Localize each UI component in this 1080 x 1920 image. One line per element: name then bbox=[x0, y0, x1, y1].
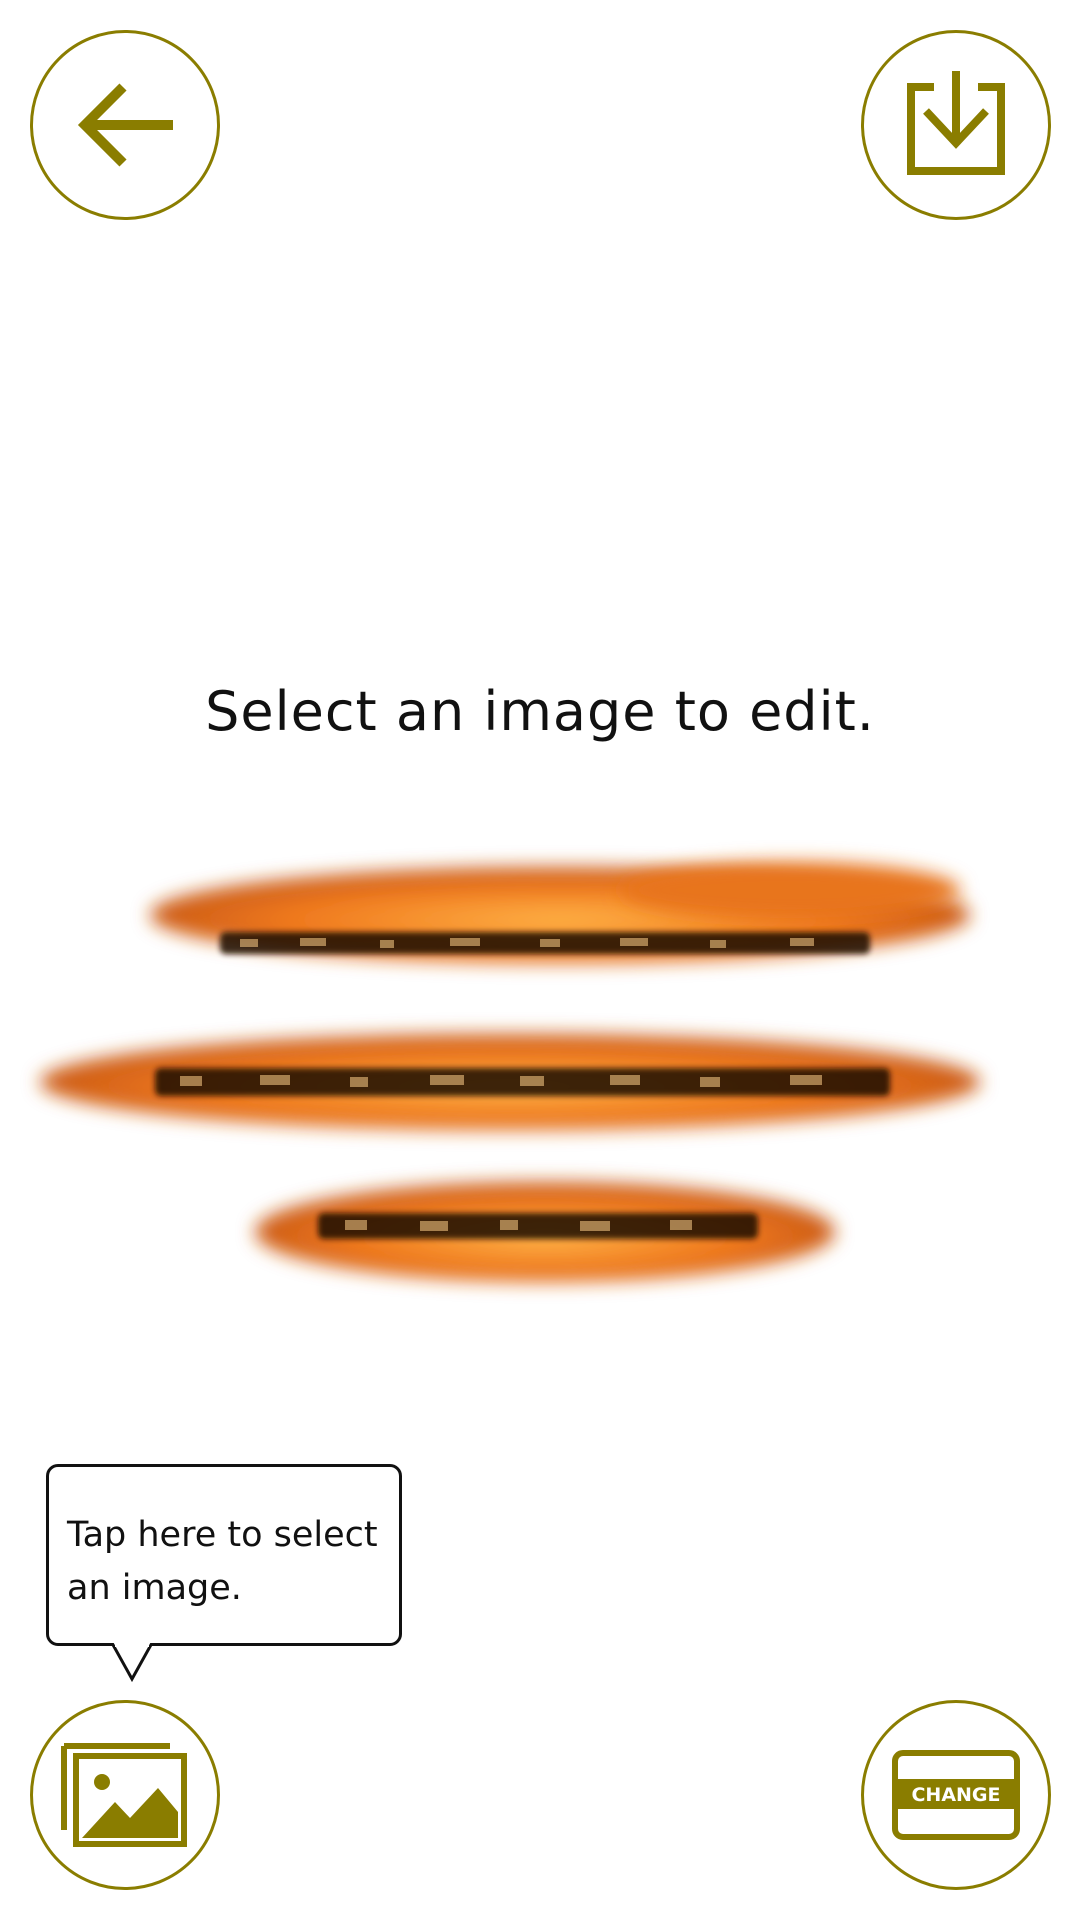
tooltip-pointer bbox=[112, 1643, 152, 1683]
tooltip-text: Tap here to select an image. bbox=[67, 1515, 378, 1608]
change-button[interactable]: CHANGE bbox=[861, 1700, 1051, 1890]
brush-art-illustration bbox=[40, 862, 980, 1282]
image-gallery-icon bbox=[61, 1743, 187, 1847]
select-image-prompt: Select an image to edit. bbox=[205, 680, 875, 743]
arrow-left-icon bbox=[77, 83, 173, 167]
change-icon: CHANGE bbox=[892, 1750, 1020, 1840]
download-icon bbox=[907, 71, 1005, 175]
back-button[interactable] bbox=[30, 30, 220, 220]
select-image-tooltip: Tap here to select an image. bbox=[46, 1464, 402, 1646]
select-image-button[interactable] bbox=[30, 1700, 220, 1890]
change-label: CHANGE bbox=[911, 1784, 1000, 1806]
download-button[interactable] bbox=[861, 30, 1051, 220]
